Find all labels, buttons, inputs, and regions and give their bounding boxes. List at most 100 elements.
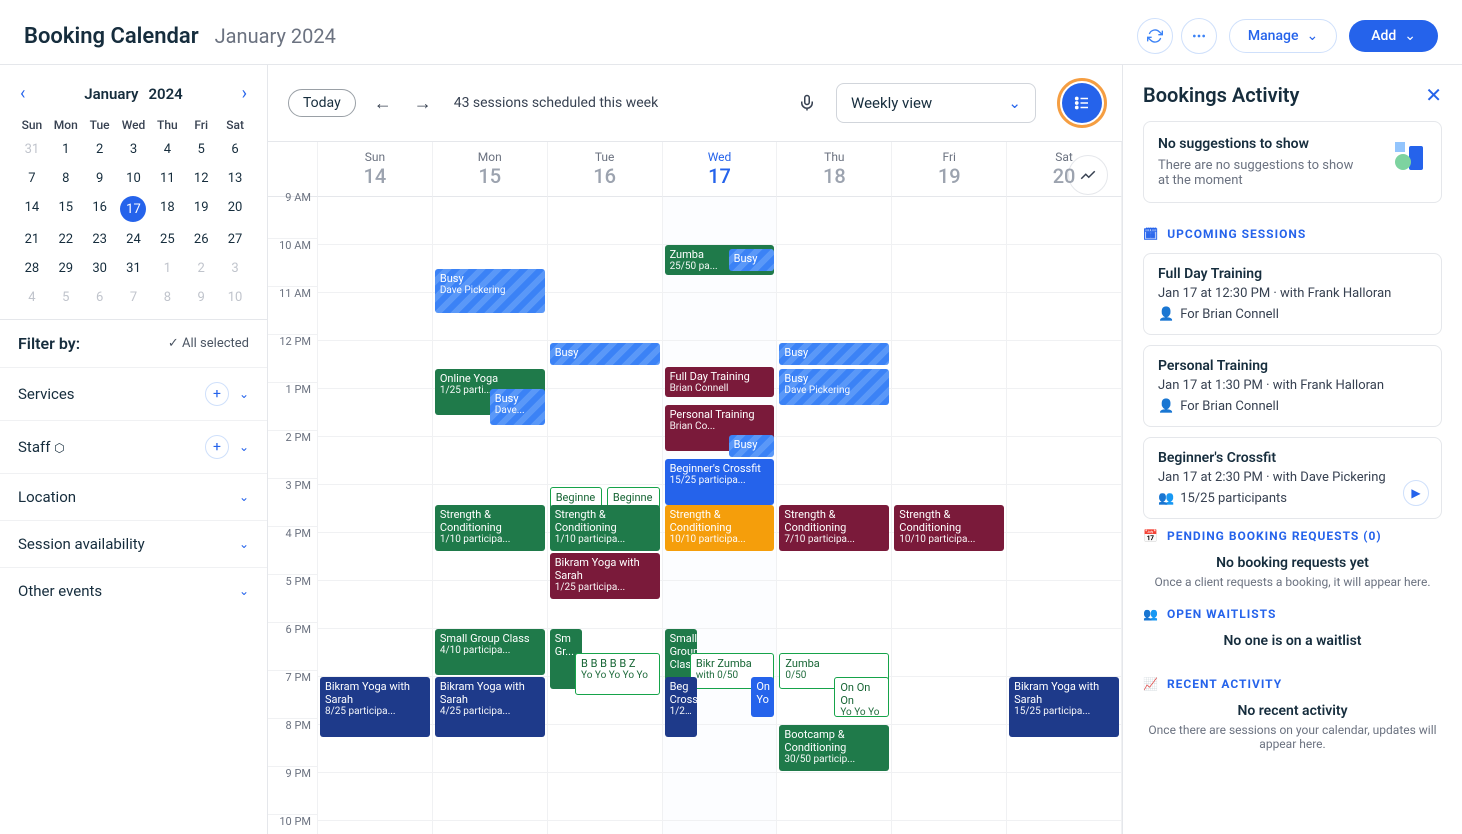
calendar-event[interactable]: Small Group Class4/10 participa...	[435, 629, 545, 675]
view-selector[interactable]: Weekly view ⌄	[836, 83, 1036, 123]
mini-cal-day[interactable]: 6	[219, 138, 251, 161]
mini-cal-day[interactable]: 2	[84, 138, 116, 161]
calendar-event[interactable]: BusyDave Pickering	[779, 369, 889, 405]
mini-cal-day[interactable]: 27	[219, 228, 251, 251]
day-column[interactable]: Bikram Yoga with Sarah15/25 participa...	[1007, 197, 1122, 834]
mini-cal-day[interactable]: 23	[84, 228, 116, 251]
day-header[interactable]: Mon15	[433, 142, 548, 197]
mini-cal-day[interactable]: 14	[16, 196, 48, 222]
day-header[interactable]: Sun14	[318, 142, 433, 197]
mini-cal-day[interactable]: 18	[151, 196, 183, 222]
calendar-event[interactable]: Bootcamp & Conditioning30/50 particip...	[779, 725, 889, 771]
mini-cal-day[interactable]: 29	[50, 257, 82, 280]
calendar-event[interactable]: Strength & Conditioning7/10 participa...	[779, 505, 889, 551]
day-header[interactable]: Tue16	[548, 142, 663, 197]
calendar-event[interactable]: B B B B B ZYo Yo Yo Yo Yo	[575, 653, 660, 695]
mini-cal-day[interactable]: 1	[50, 138, 82, 161]
calendar-event[interactable]: Strength & Conditioning1/10 participa...	[435, 505, 545, 551]
mini-cal-day[interactable]: 7	[118, 286, 150, 309]
mini-cal-day[interactable]: 21	[16, 228, 48, 251]
calendar-event[interactable]: BusyDave...	[490, 389, 545, 425]
mini-cal-day[interactable]: 8	[151, 286, 183, 309]
mini-cal-day[interactable]: 26	[185, 228, 217, 251]
mini-cal-day[interactable]: 10	[219, 286, 251, 309]
calendar-event[interactable]: Bikram Yoga with Sarah4/25 participa...	[435, 677, 545, 737]
day-column[interactable]: Busy BusyDave Pickering Strength & Conditi…	[777, 197, 892, 834]
mini-cal-day[interactable]: 4	[151, 138, 183, 161]
next-month-button[interactable]: ›	[238, 79, 251, 108]
add-filter-button[interactable]: +	[205, 435, 229, 459]
mini-cal-day[interactable]: 5	[50, 286, 82, 309]
mini-cal-day[interactable]: 3	[219, 257, 251, 280]
voice-button[interactable]	[798, 94, 816, 112]
mini-cal-day[interactable]: 8	[50, 167, 82, 190]
calendar-event[interactable]: Bikram Yoga with Sarah8/25 participa...	[320, 677, 430, 737]
list-view-toggle[interactable]	[1062, 83, 1102, 123]
mini-cal-day[interactable]: 6	[84, 286, 116, 309]
mini-cal-day[interactable]: 17	[120, 196, 146, 222]
calendar-event[interactable]: Busy	[779, 343, 889, 365]
mini-cal-day[interactable]: 9	[185, 286, 217, 309]
prev-month-button[interactable]: ‹	[16, 79, 29, 108]
calendar-event[interactable]: Beginner's Crossfit15/25 participa...	[665, 459, 775, 505]
mini-cal-day[interactable]: 11	[151, 167, 183, 190]
calendar-event[interactable]: BusyDave Pickering	[435, 269, 545, 313]
mini-cal-day[interactable]: 25	[151, 228, 183, 251]
add-filter-button[interactable]: +	[205, 382, 229, 406]
video-icon[interactable]: ▶	[1403, 480, 1429, 506]
session-card[interactable]: Full Day TrainingJan 17 at 12:30 PM · wi…	[1143, 253, 1442, 335]
mini-cal-day[interactable]: 16	[84, 196, 116, 222]
all-selected-label[interactable]: ✓ All selected	[168, 336, 249, 351]
day-column[interactable]: Zumba25/50 pa...BusyFull Day TrainingBri…	[663, 197, 778, 834]
close-panel-button[interactable]: ✕	[1425, 83, 1442, 107]
mini-cal-day[interactable]: 10	[118, 167, 150, 190]
filter-row-staff[interactable]: Staff ⬡+⌄	[0, 420, 267, 473]
calendar-event[interactable]: Strength & Conditioning10/10 participa..…	[665, 505, 775, 551]
day-header[interactable]: Sat20	[1007, 142, 1122, 197]
add-button[interactable]: Add ⌄	[1349, 20, 1438, 52]
mini-cal-day[interactable]: 2	[185, 257, 217, 280]
calendar-event[interactable]: Busy	[550, 343, 660, 365]
calendar-event[interactable]: Busy	[729, 249, 775, 271]
calendar-event[interactable]: On On OnYo Yo Yo	[834, 677, 889, 717]
day-header[interactable]: Wed17	[663, 142, 778, 197]
day-column[interactable]: Bikram Yoga with Sarah8/25 participa...	[318, 197, 433, 834]
filter-row-services[interactable]: Services+⌄	[0, 367, 267, 420]
mini-cal-day[interactable]: 12	[185, 167, 217, 190]
mini-cal-day[interactable]: 1	[151, 257, 183, 280]
calendar-event[interactable]: Beg Crossfit1/25 ...	[665, 677, 697, 737]
mini-cal-day[interactable]: 19	[185, 196, 217, 222]
mini-cal-day[interactable]: 15	[50, 196, 82, 222]
refresh-button[interactable]	[1137, 18, 1173, 54]
session-card[interactable]: Beginner's CrossfitJan 17 at 2:30 PM · w…	[1143, 437, 1442, 519]
calendar-event[interactable]: Busy	[729, 435, 775, 457]
mini-cal-day[interactable]: 7	[16, 167, 48, 190]
mini-cal-day[interactable]: 9	[84, 167, 116, 190]
mini-cal-day[interactable]: 20	[219, 196, 251, 222]
calendar-event[interactable]: Bikram Yoga with Sarah15/25 participa...	[1009, 677, 1119, 737]
filter-row-location[interactable]: Location⌄	[0, 473, 267, 520]
mini-cal-day[interactable]: 30	[84, 257, 116, 280]
session-card[interactable]: Personal TrainingJan 17 at 1:30 PM · wit…	[1143, 345, 1442, 427]
today-button[interactable]: Today	[288, 89, 356, 117]
mini-cal-day[interactable]: 4	[16, 286, 48, 309]
mini-cal-day[interactable]: 28	[16, 257, 48, 280]
next-week-button[interactable]: →	[410, 89, 436, 118]
mini-cal-day[interactable]: 24	[118, 228, 150, 251]
prev-week-button[interactable]: ←	[370, 89, 396, 118]
day-column[interactable]: Strength & Conditioning10/10 participa..…	[892, 197, 1007, 834]
filter-row-other-events[interactable]: Other events⌄	[0, 567, 267, 614]
day-header[interactable]: Thu18	[777, 142, 892, 197]
manage-button[interactable]: Manage ⌄	[1229, 19, 1337, 53]
calendar-event[interactable]: Strength & Conditioning10/10 participa..…	[894, 505, 1004, 551]
calendar-event[interactable]: Full Day TrainingBrian Connell	[665, 367, 775, 397]
calendar-event[interactable]: Bikram Yoga with Sarah1/25 participa...	[550, 553, 660, 599]
calendar-grid[interactable]: Sun14Mon15Tue16Wed17Thu18Fri19Sat209 AM1…	[268, 141, 1122, 834]
mini-cal-day[interactable]: 31	[118, 257, 150, 280]
mini-cal-day[interactable]: 3	[118, 138, 150, 161]
mini-cal-day[interactable]: 13	[219, 167, 251, 190]
calendar-event[interactable]: Strength & Conditioning1/10 participa...	[550, 505, 660, 551]
day-column[interactable]: BusyDave PickeringOnline Yoga1/25 parti.…	[433, 197, 548, 834]
mini-cal-day[interactable]: 22	[50, 228, 82, 251]
day-header[interactable]: Fri19	[892, 142, 1007, 197]
